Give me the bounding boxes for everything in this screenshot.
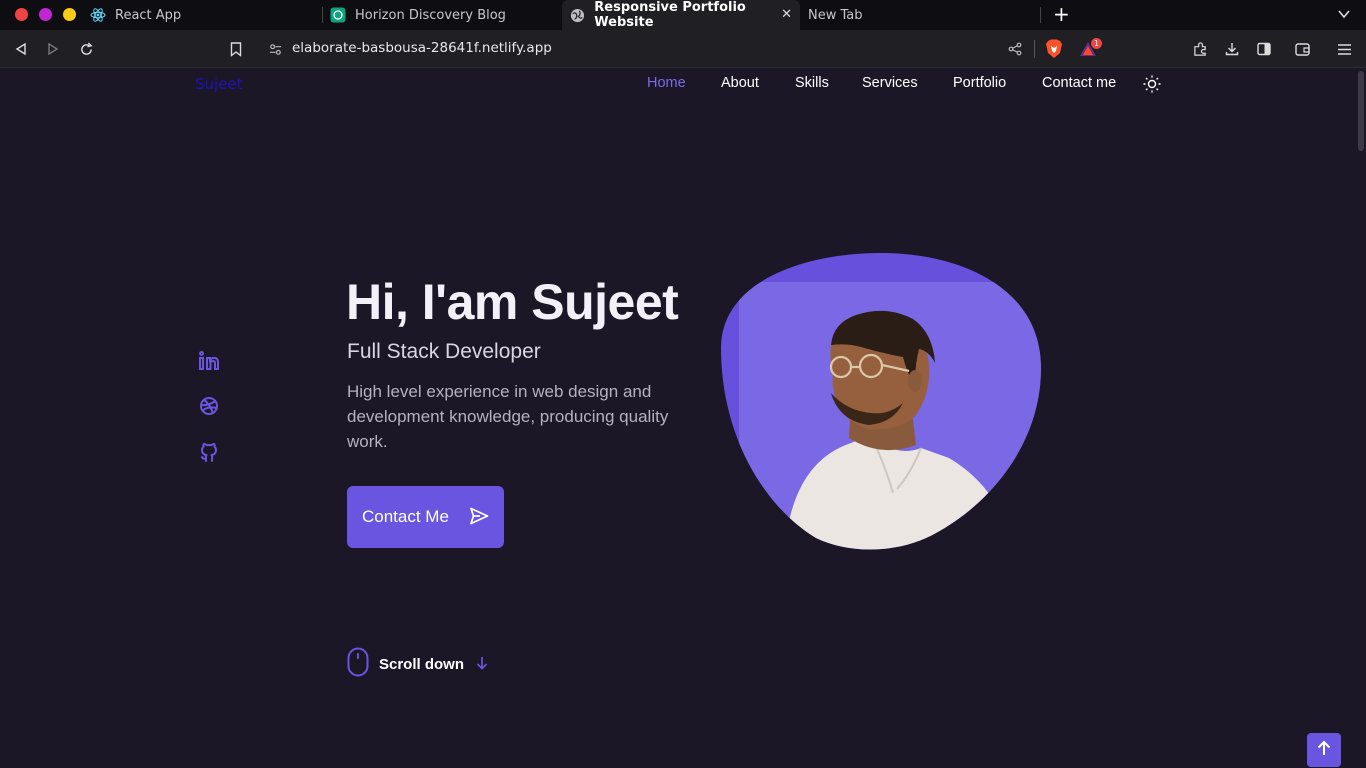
nav-skills[interactable]: Skills [795, 75, 829, 91]
arrow-down-icon [476, 655, 488, 674]
wallet-icon[interactable] [1292, 39, 1312, 59]
profile-photo [721, 253, 1041, 551]
hero-subtitle: Full Stack Developer [347, 340, 541, 363]
nav-portfolio[interactable]: Portfolio [953, 75, 1006, 91]
rewards-notification-badge: 1 [1091, 38, 1102, 49]
tab-responsive-portfolio[interactable]: Responsive Portfolio Website ✕ [562, 0, 800, 30]
portfolio-page: Sujeet Home About Skills Services Portfo… [0, 69, 1356, 768]
address-bar[interactable]: elaborate-basbousa-28641f.netlify.app [292, 40, 552, 56]
bookmark-icon[interactable] [226, 39, 246, 59]
sidebar-toggle-icon[interactable] [1254, 39, 1274, 59]
mouse-icon [347, 647, 369, 681]
dribbble-icon[interactable] [198, 395, 220, 417]
tab-label: React App [115, 7, 182, 23]
page-scrollbar[interactable] [1356, 69, 1366, 768]
tab-list-chevron-icon[interactable] [1337, 6, 1351, 25]
tab-new-tab[interactable]: New Tab [800, 0, 1040, 30]
close-window-button[interactable] [15, 8, 28, 21]
send-icon [469, 506, 489, 531]
menu-icon[interactable] [1334, 39, 1354, 59]
extensions-icon[interactable] [1190, 39, 1210, 59]
nav-about[interactable]: About [721, 75, 759, 91]
nav-contact[interactable]: Contact me [1042, 75, 1116, 91]
browser-tab-bar: React App Horizon Discovery Blog Respons… [0, 0, 1366, 30]
forward-icon[interactable] [43, 39, 63, 59]
back-icon[interactable] [11, 39, 31, 59]
new-tab-icon[interactable]: + [1053, 4, 1070, 24]
share-icon[interactable] [1005, 39, 1025, 59]
scroll-down-label: Scroll down [379, 655, 465, 673]
brave-shields-icon[interactable] [1044, 39, 1064, 59]
github-icon[interactable] [198, 441, 220, 463]
react-icon [90, 7, 106, 23]
scroll-down-link[interactable]: Scroll down [347, 647, 488, 681]
contact-me-button[interactable]: Contact Me [347, 486, 504, 548]
nav-home[interactable]: Home [647, 75, 686, 91]
tab-horizon-discovery-blog[interactable]: Horizon Discovery Blog [322, 0, 562, 30]
arrow-up-icon [1317, 740, 1331, 760]
scroll-to-top-button[interactable] [1307, 733, 1341, 767]
reload-icon[interactable] [76, 39, 96, 59]
nav-services[interactable]: Services [862, 75, 918, 91]
site-info-icon[interactable] [265, 39, 285, 59]
tab-react-app[interactable]: React App [82, 0, 322, 30]
close-tab-icon[interactable]: ✕ [781, 7, 792, 22]
maximize-window-button[interactable] [63, 8, 76, 21]
scrollbar-thumb[interactable] [1358, 71, 1364, 151]
contact-me-label: Contact Me [362, 507, 449, 526]
tab-label: Responsive Portfolio Website [594, 0, 746, 30]
hero-description: High level experience in web design and … [347, 382, 669, 451]
site-logo[interactable]: Sujeet [195, 75, 243, 93]
downloads-icon[interactable] [1222, 39, 1242, 59]
globe-icon [570, 7, 585, 23]
theme-toggle-sun-icon[interactable] [1143, 75, 1161, 97]
browser-toolbar: elaborate-basbousa-28641f.netlify.app 1 [0, 30, 1366, 68]
tab-label: New Tab [808, 7, 863, 23]
linkedin-icon[interactable] [198, 350, 220, 372]
tab-label: Horizon Discovery Blog [355, 7, 506, 23]
hero-title: Hi, I'am Sujeet [346, 274, 679, 330]
chatgpt-icon [330, 7, 346, 23]
minimize-window-button[interactable] [39, 8, 52, 21]
